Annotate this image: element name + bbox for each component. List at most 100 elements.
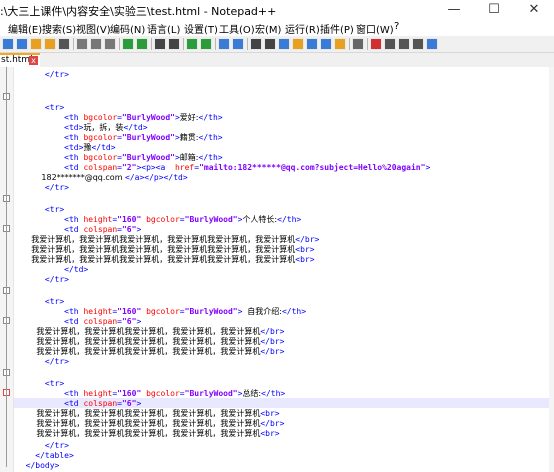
find-icon[interactable] [154,38,166,50]
code-token: <td> [16,143,84,152]
code-line[interactable]: 我爱计算机，我爱计算机我爱计算机，我爱计算机，我爱计算机</br> [16,337,284,347]
copy-icon[interactable] [90,38,102,50]
maximize-button[interactable]: ☐ [474,0,514,20]
code-line[interactable]: 我爱计算机，我爱计算机我爱计算机，我爱计算机我爱计算机，我爱计算机</br> [16,235,319,245]
code-token: 我爱计算机，我爱计算机我爱计算机，我爱计算机我爱计算机，我爱计算机 [16,235,296,244]
menu-item[interactable]: 视图(V) [76,21,111,36]
tab-test-html[interactable]: st.html x [0,53,40,67]
code-line[interactable]: <td>豫</td> [16,143,115,153]
sync-h-icon[interactable] [232,38,244,50]
code-line[interactable]: <td colspan="6"> [16,317,141,327]
menu-item[interactable]: 搜索(S) [42,21,76,36]
toolbar-separator [367,38,368,50]
code-token: 182*******@qq.com [16,173,126,182]
code-token: <th [16,153,84,162]
code-line[interactable]: 我爱计算机，我爱计算机我爱计算机，我爱计算机，我爱计算机<br> [16,409,279,419]
code-line[interactable]: 我爱计算机，我爱计算机我爱计算机，我爱计算机我爱计算机，我爱计算机<br> [16,245,314,255]
menu-item[interactable]: 编码(N) [110,21,145,36]
monitor-icon[interactable] [352,38,364,50]
code-line[interactable]: 我爱计算机，我爱计算机我爱计算机，我爱计算机，我爱计算机</br> [16,327,284,337]
record-macro-icon[interactable] [370,38,382,50]
editor-area[interactable]: </tr> <tr> <th bgcolor="BurlyWood">爱好:</… [0,67,554,472]
code-token: "BurlyWood" [121,153,175,162]
minimize-button[interactable]: — [434,0,474,20]
code-line[interactable]: <td colspan="6"> [16,399,141,409]
tab-close-icon[interactable]: x [29,56,38,65]
code-line[interactable]: <th height="160" bgcolor="BurlyWood">个人特… [16,215,301,225]
stop-record-icon[interactable] [384,38,396,50]
code-line[interactable]: <th height="160" bgcolor="BurlyWood"> 自我… [16,307,306,317]
code-line[interactable]: 我爱计算机，我爱计算机我爱计算机，我爱计算机，我爱计算机</br> [16,419,284,429]
menu-item[interactable]: 语言(L) [147,21,180,36]
code-line[interactable]: <th bgcolor="BurlyWood">籍贯:</th> [16,133,223,143]
code-line[interactable]: <td>玩，拆，装</td> [16,123,147,133]
code-token: <th [16,307,84,316]
code-line[interactable]: </body> [16,461,60,471]
cut-icon[interactable] [76,38,88,50]
play-macro-icon[interactable] [398,38,410,50]
code-line[interactable]: 我爱计算机，我爱计算机我爱计算机，我爱计算机我爱计算机，我爱计算机<br> [16,255,314,265]
code-line[interactable]: </tr> [16,70,69,80]
code-line[interactable]: <td colspan="6"> [16,225,141,235]
code-line[interactable]: <tr> [16,205,64,215]
menu-item[interactable]: 插件(P) [320,21,354,36]
doc-map-icon[interactable] [306,38,318,50]
code-line[interactable]: </tr> [16,357,69,367]
show-all-icon[interactable] [264,38,276,50]
paste-icon[interactable] [104,38,116,50]
menu-item[interactable]: 编辑(E) [8,21,42,36]
code-line[interactable]: </table> [16,451,74,461]
function-list-icon[interactable] [320,38,332,50]
code-line[interactable]: </tr> [16,183,69,193]
code-line[interactable]: <th bgcolor="BurlyWood">爱好:</th> [16,113,223,123]
code-line[interactable]: 我爱计算机，我爱计算机我爱计算机，我爱计算机，我爱计算机<br> [16,429,279,439]
vertical-scrollbar[interactable] [549,67,554,472]
code-token: </th> [198,133,223,142]
menu-item[interactable]: 运行(R) [285,21,320,36]
code-line[interactable]: <td colspan="2"><p><a href="mailto:182**… [16,163,430,173]
menu-item[interactable]: 宏(M) [255,21,281,36]
code-token: </tr> [16,70,69,79]
code-line[interactable]: <th bgcolor="BurlyWood">邮箱:</th> [16,153,222,163]
code-line[interactable]: <tr> [16,379,64,389]
replace-icon[interactable] [168,38,180,50]
udl-icon[interactable] [292,38,304,50]
save-icon[interactable] [2,38,14,50]
toolbar [0,36,554,53]
undo-icon[interactable] [122,38,134,50]
code-token: bgcolor [146,307,180,316]
code-line[interactable]: <th height="160" bgcolor="BurlyWood">总结:… [16,389,285,399]
menu-item[interactable]: 设置(T) [184,21,218,36]
word-wrap-icon[interactable] [250,38,262,50]
menu-item[interactable]: 工具(O) [219,21,255,36]
menu-item[interactable]: 窗口(W) [356,21,394,36]
code-line[interactable]: </tr> [16,441,69,451]
code-token: </th> [198,113,223,122]
code-line[interactable]: 我爱计算机，我爱计算机我爱计算机，我爱计算机，我爱计算机</br> [16,347,284,357]
code-line[interactable]: </td> [16,265,88,275]
code-token: "2" [121,163,137,172]
indent-guide-icon[interactable] [278,38,290,50]
print-icon[interactable] [58,38,70,50]
save-macro-icon[interactable] [426,38,438,50]
sync-v-icon[interactable] [218,38,230,50]
close-icon[interactable] [30,38,42,50]
code-line[interactable]: <tr> [16,103,64,113]
zoom-in-icon[interactable] [186,38,198,50]
code-line[interactable]: <tr> [16,297,64,307]
code-line[interactable]: 182*******@qq.com </a></p></td> [16,173,187,183]
code-token: "BurlyWood" [121,133,175,142]
code-token: ><p><a [136,163,175,172]
redo-icon[interactable] [136,38,148,50]
code-line[interactable]: </tr> [16,275,69,285]
menu-item[interactable]: ? [394,21,399,32]
play-multiple-icon[interactable] [412,38,424,50]
code-token: 我爱计算机，我爱计算机我爱计算机，我爱计算机，我爱计算机 [16,419,261,428]
close-all-icon[interactable] [44,38,56,50]
folder-workspace-icon[interactable] [334,38,346,50]
code-token: colspan [83,163,118,172]
save-all-icon[interactable] [16,38,28,50]
zoom-out-icon[interactable] [200,38,212,50]
code-token: 籍贯: [179,133,199,142]
close-button[interactable]: ✕ [514,0,554,20]
